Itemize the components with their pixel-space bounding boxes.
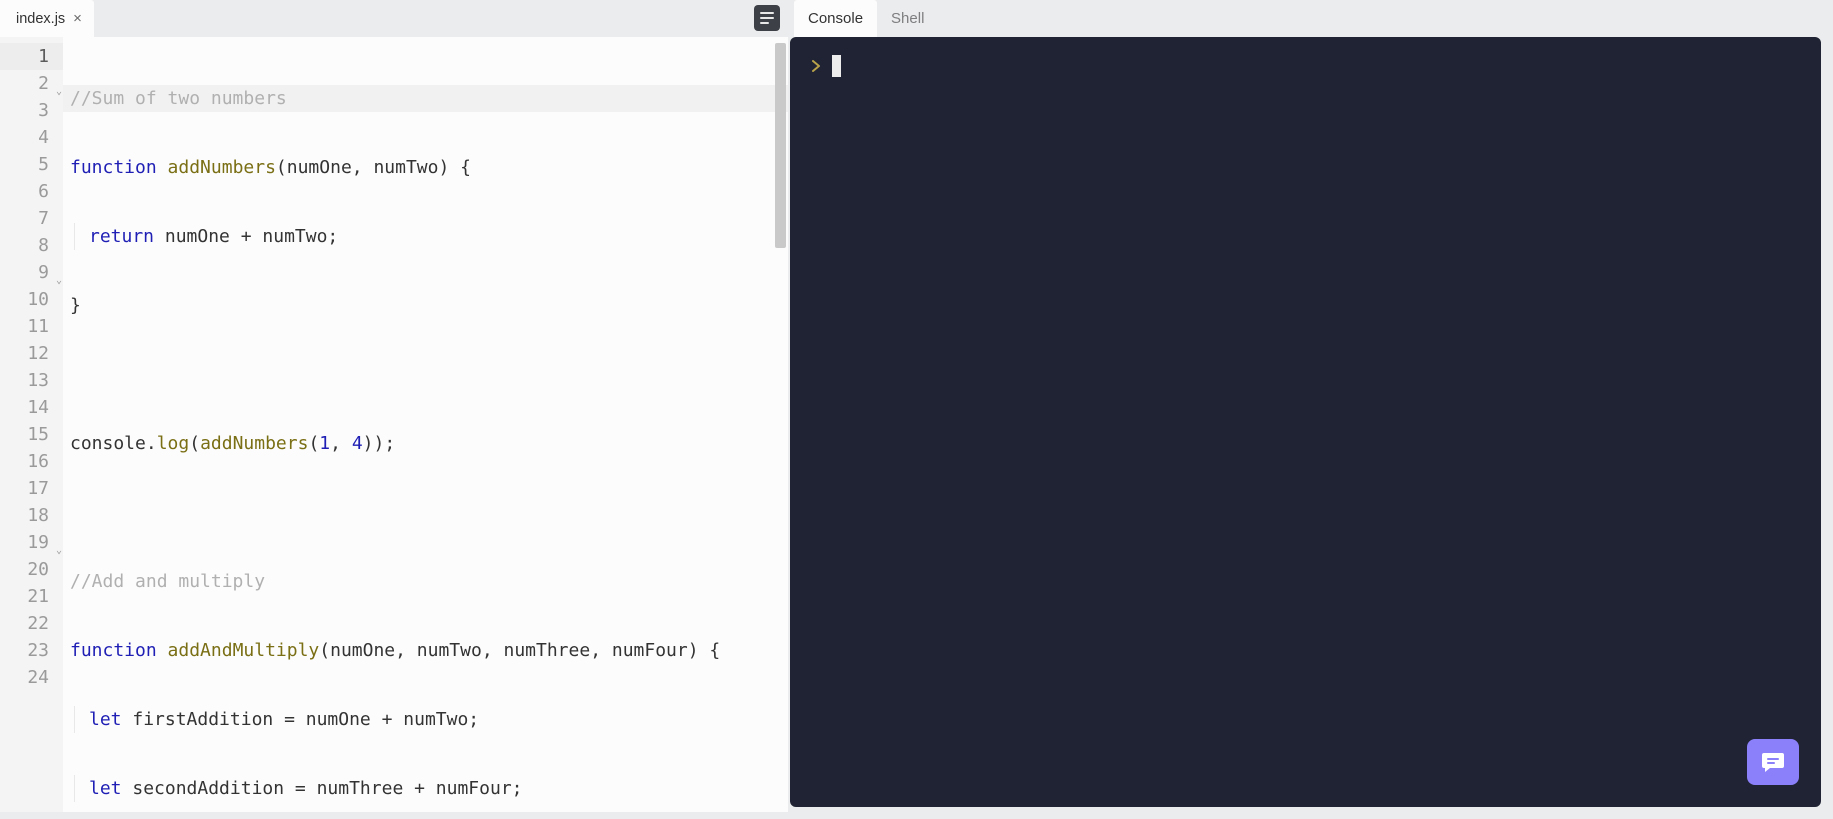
- line-number: 4: [0, 124, 63, 151]
- code-area[interactable]: //Sum of two numbers function addNumbers…: [63, 37, 788, 819]
- line-number: 10: [0, 286, 63, 313]
- chat-button[interactable]: [1747, 739, 1799, 785]
- line-number: 12: [0, 340, 63, 367]
- line-number: 11: [0, 313, 63, 340]
- code-line: return numOne + numTwo;: [63, 223, 788, 250]
- code-line: let secondAddition = numThree + numFour;: [63, 775, 788, 802]
- line-number: 22: [0, 610, 63, 637]
- editor-pane: index.js × 1 2⌄ 3 4 5 6 7 8 9⌄: [0, 0, 788, 819]
- line-number: 15: [0, 421, 63, 448]
- code-line: function addNumbers(numOne, numTwo) {: [63, 154, 788, 181]
- line-number: 14: [0, 394, 63, 421]
- line-number: 9⌄: [0, 259, 63, 286]
- editor-tab-bar: index.js ×: [0, 0, 788, 37]
- line-number: 1: [0, 43, 63, 70]
- code-line: [63, 361, 788, 388]
- code-line: //Sum of two numbers: [63, 85, 788, 112]
- line-number: 7: [0, 205, 63, 232]
- code-line: let firstAddition = numOne + numTwo;: [63, 706, 788, 733]
- prompt-icon: [812, 60, 822, 72]
- line-number: 6: [0, 178, 63, 205]
- line-number: 19⌄: [0, 529, 63, 556]
- bottom-strip: [0, 812, 1833, 819]
- code-line: //Add and multiply: [63, 568, 788, 595]
- terminal-cursor: [832, 55, 841, 77]
- file-tab[interactable]: index.js ×: [0, 0, 94, 37]
- line-number: 17: [0, 475, 63, 502]
- code-line: }: [63, 292, 788, 319]
- tab-console[interactable]: Console: [794, 0, 877, 37]
- code-line: console.log(addNumbers(1, 4));: [63, 430, 788, 457]
- close-icon[interactable]: ×: [73, 10, 82, 27]
- line-number: 13: [0, 367, 63, 394]
- tab-shell[interactable]: Shell: [877, 0, 938, 37]
- line-number: 20: [0, 556, 63, 583]
- wrap-text-button[interactable]: [754, 5, 780, 31]
- code-line: function addAndMultiply(numOne, numTwo, …: [63, 637, 788, 664]
- line-number: 23: [0, 637, 63, 664]
- terminal-tab-bar: Console Shell: [788, 0, 1833, 37]
- code-line: [63, 499, 788, 526]
- line-number: 24: [0, 664, 63, 691]
- wrap-text-icon: [759, 11, 775, 25]
- line-number: 21: [0, 583, 63, 610]
- editor-body[interactable]: 1 2⌄ 3 4 5 6 7 8 9⌄ 10 11 12 13 14 15 16…: [0, 37, 788, 819]
- line-number: 3: [0, 97, 63, 124]
- app-root: index.js × 1 2⌄ 3 4 5 6 7 8 9⌄: [0, 0, 1833, 819]
- chat-icon: [1761, 751, 1785, 773]
- line-number: 8: [0, 232, 63, 259]
- line-gutter: 1 2⌄ 3 4 5 6 7 8 9⌄ 10 11 12 13 14 15 16…: [0, 37, 63, 819]
- line-number: 18: [0, 502, 63, 529]
- line-number: 5: [0, 151, 63, 178]
- console-body[interactable]: [790, 37, 1821, 807]
- line-number: 2⌄: [0, 70, 63, 97]
- line-number: 16: [0, 448, 63, 475]
- prompt-line: [812, 55, 1799, 77]
- terminal-pane: Console Shell: [788, 0, 1833, 819]
- file-tab-label: index.js: [16, 11, 65, 27]
- scrollbar-thumb[interactable]: [775, 43, 786, 248]
